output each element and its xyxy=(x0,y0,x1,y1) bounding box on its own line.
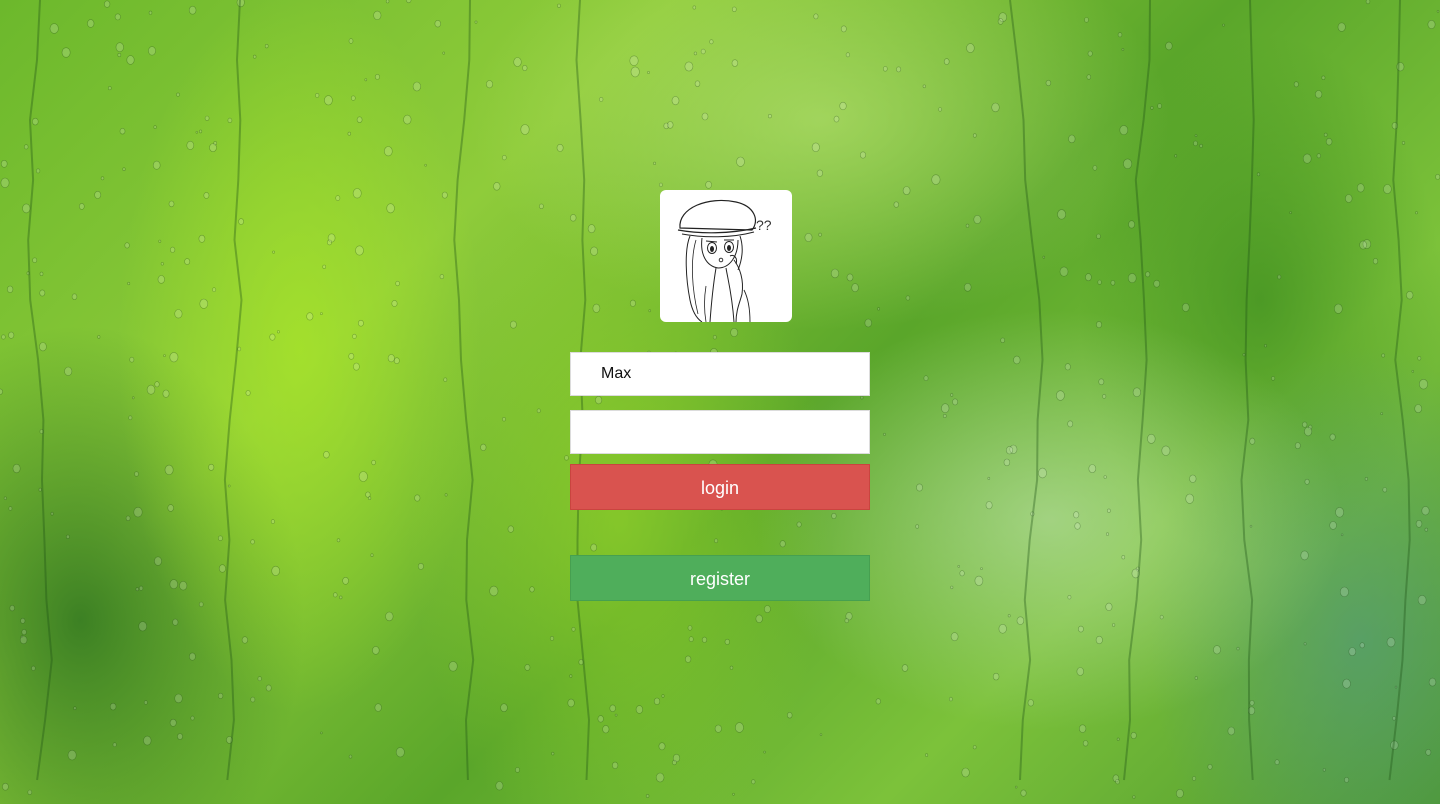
login-button[interactable]: login xyxy=(570,464,870,510)
svg-text:??: ?? xyxy=(756,217,772,233)
register-button[interactable]: register xyxy=(570,555,870,601)
anime-girl-avatar-icon: ?? xyxy=(677,199,772,322)
avatar: ?? xyxy=(660,190,792,322)
rain-background xyxy=(0,0,1440,804)
username-input[interactable] xyxy=(570,352,870,396)
password-input[interactable] xyxy=(570,410,870,454)
